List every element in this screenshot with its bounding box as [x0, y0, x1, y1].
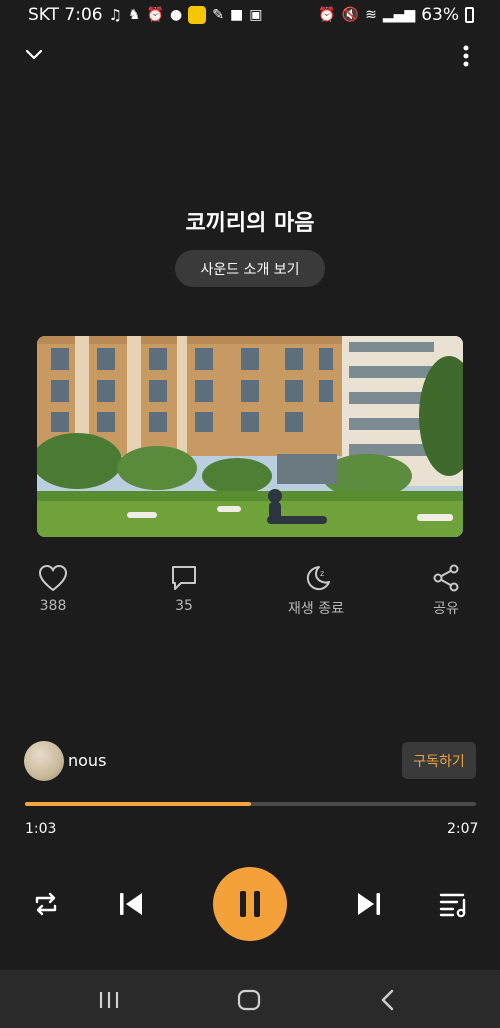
comment-action[interactable]: 35 [139, 564, 229, 614]
image-icon: ▣ [249, 7, 263, 23]
heart-icon [38, 564, 68, 592]
system-nav-bar [0, 970, 500, 1028]
collapse-button[interactable] [24, 44, 44, 64]
status-bar: SKT 7:06 ♫ ♞ ⏰ ● ✎ ■ ▣ ⏰ 🔇 ≋ ▂▄▆ 63% [0, 0, 500, 32]
more-vertical-icon [463, 45, 469, 67]
track-title: 코끼리의 마음 [185, 211, 315, 236]
back-button[interactable] [379, 989, 397, 1015]
battery-icon [465, 7, 474, 23]
recent-apps-button[interactable] [98, 990, 120, 1014]
progress-fill [25, 802, 251, 806]
current-time: 1:03 [25, 821, 57, 837]
repeat-icon [35, 892, 57, 916]
like-count: 388 [39, 598, 67, 614]
subscribe-button[interactable]: 구독하기 [402, 742, 476, 779]
wifi-icon: ≋ [365, 7, 377, 23]
edit-icon: ✎ [212, 7, 224, 23]
comment-count: 35 [175, 598, 193, 614]
artist-name[interactable]: nous [68, 751, 106, 770]
previous-button[interactable] [117, 890, 145, 918]
pause-button[interactable] [213, 867, 287, 941]
chat-bubble-icon: ● [170, 7, 183, 23]
notification-icon: ♞ [128, 7, 141, 23]
home-button[interactable] [237, 989, 261, 1015]
playlist-button[interactable] [439, 890, 469, 918]
carrier-time: SKT 7:06 [28, 5, 103, 25]
signal-icon: ▂▄▆ [382, 7, 416, 23]
moon-icon: z [306, 566, 330, 591]
repeat-button[interactable] [31, 889, 61, 919]
share-icon [433, 564, 459, 592]
playlist-icon [439, 893, 466, 918]
total-time: 2:07 [447, 821, 479, 837]
avatar[interactable] [24, 741, 64, 781]
cover-image [37, 336, 463, 537]
like-action[interactable]: 388 [8, 564, 98, 614]
skip-previous-icon [120, 893, 142, 915]
sound-intro-button[interactable]: 사운드 소개 보기 [175, 250, 325, 287]
progress-bar[interactable] [25, 802, 476, 806]
app-badge-icon [188, 6, 207, 24]
alarm-icon: ⏰ [146, 7, 165, 23]
alarm-status-icon: ⏰ [318, 7, 336, 23]
svg-text:z: z [320, 569, 324, 578]
comment-icon [172, 566, 196, 590]
share-label: 공유 [433, 601, 459, 617]
more-options-button[interactable] [456, 44, 476, 68]
mute-icon: 🔇 [341, 7, 360, 23]
music-note-icon: ♫ [108, 6, 123, 24]
battery-level: 63% [421, 5, 459, 25]
bag-icon: ■ [230, 7, 244, 23]
sleep-timer-label: 재생 종료 [288, 601, 344, 617]
next-button[interactable] [355, 890, 383, 918]
sleep-timer-action[interactable]: z 재생 종료 [270, 564, 362, 618]
park-scene-illustration [37, 336, 463, 537]
recent-apps-icon [99, 992, 119, 1008]
pause-icon [240, 891, 260, 917]
home-icon [237, 989, 261, 1011]
back-icon [381, 989, 394, 1011]
chevron-down-icon [25, 49, 43, 60]
skip-next-icon [358, 893, 380, 915]
share-action[interactable]: 공유 [401, 564, 491, 618]
